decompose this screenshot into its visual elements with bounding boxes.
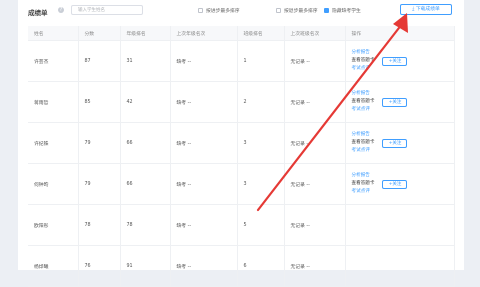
arrow-head — [393, 13, 408, 33]
arrow-shaft — [256, 22, 404, 212]
annotation-arrow — [256, 13, 408, 212]
